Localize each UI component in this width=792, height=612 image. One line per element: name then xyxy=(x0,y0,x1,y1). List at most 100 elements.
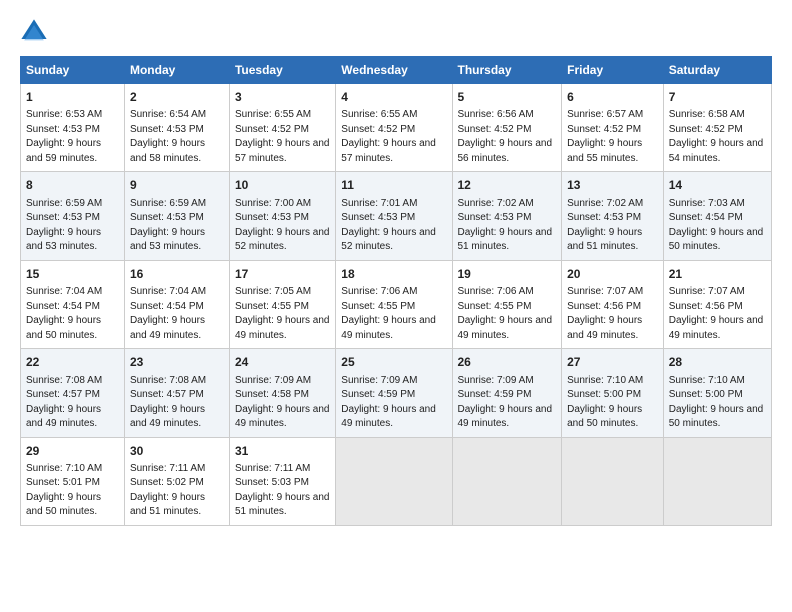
day-number: 2 xyxy=(130,89,224,106)
cell-content: Sunrise: 7:03 AMSunset: 4:54 PMDaylight:… xyxy=(669,197,766,255)
cell-content: Sunrise: 7:01 AMSunset: 4:53 PMDaylight:… xyxy=(341,197,446,255)
day-number: 16 xyxy=(130,266,224,283)
day-number: 7 xyxy=(669,89,766,106)
day-number: 10 xyxy=(235,177,330,194)
day-number: 21 xyxy=(669,266,766,283)
day-number: 27 xyxy=(567,354,658,371)
week-row-4: 22Sunrise: 7:08 AMSunset: 4:57 PMDayligh… xyxy=(21,349,772,437)
cell-content: Sunrise: 7:11 AMSunset: 5:03 PMDaylight:… xyxy=(235,462,330,520)
day-number: 6 xyxy=(567,89,658,106)
cell-content: Sunrise: 7:07 AMSunset: 4:56 PMDaylight:… xyxy=(567,285,658,343)
day-cell: 22Sunrise: 7:08 AMSunset: 4:57 PMDayligh… xyxy=(21,349,125,437)
day-cell: 6 Sunrise: 6:57 AMSunset: 4:52 PMDaylight… xyxy=(562,84,664,172)
day-cell: 12 Sunrise: 7:02 AMSunset: 4:53 PMDayligh… xyxy=(452,172,562,260)
week-row-2: 8 Sunrise: 6:59 AMSunset: 4:53 PMDaylight… xyxy=(21,172,772,260)
day-number: 24 xyxy=(235,354,330,371)
day-number: 3 xyxy=(235,89,330,106)
cell-content: Sunrise: 7:06 AMSunset: 4:55 PMDaylight:… xyxy=(341,285,446,343)
day-number: 12 xyxy=(458,177,557,194)
cell-content: Sunrise: 7:09 AMSunset: 4:58 PMDaylight:… xyxy=(235,374,330,432)
day-cell: 8 Sunrise: 6:59 AMSunset: 4:53 PMDaylight… xyxy=(21,172,125,260)
week-row-5: 29 Sunrise: 7:10 AMSunset: 5:01 PMDayligh… xyxy=(21,437,772,525)
day-cell: 15 Sunrise: 7:04 AMSunset: 4:54 PMDayligh… xyxy=(21,260,125,348)
day-cell: 7 Sunrise: 6:58 AMSunset: 4:52 PMDaylight… xyxy=(663,84,771,172)
day-number: 28 xyxy=(669,354,766,371)
day-cell: 2Sunrise: 6:54 AMSunset: 4:53 PMDaylight… xyxy=(124,84,229,172)
day-cell xyxy=(336,437,452,525)
col-header-wednesday: Wednesday xyxy=(336,57,452,84)
day-cell: 11 Sunrise: 7:01 AMSunset: 4:53 PMDayligh… xyxy=(336,172,452,260)
header xyxy=(20,18,772,46)
cell-content: Sunrise: 6:58 AMSunset: 4:52 PMDaylight:… xyxy=(669,108,766,166)
day-number: 11 xyxy=(341,177,446,194)
page: SundayMondayTuesdayWednesdayThursdayFrid… xyxy=(0,0,792,536)
day-cell: 4 Sunrise: 6:55 AMSunset: 4:52 PMDaylight… xyxy=(336,84,452,172)
cell-content: Sunrise: 7:02 AMSunset: 4:53 PMDaylight:… xyxy=(458,197,557,255)
day-cell: 5Sunrise: 6:56 AMSunset: 4:52 PMDaylight… xyxy=(452,84,562,172)
day-number: 17 xyxy=(235,266,330,283)
col-header-thursday: Thursday xyxy=(452,57,562,84)
day-cell: 20 Sunrise: 7:07 AMSunset: 4:56 PMDayligh… xyxy=(562,260,664,348)
col-header-sunday: Sunday xyxy=(21,57,125,84)
day-cell: 13 Sunrise: 7:02 AMSunset: 4:53 PMDayligh… xyxy=(562,172,664,260)
day-cell: 18 Sunrise: 7:06 AMSunset: 4:55 PMDayligh… xyxy=(336,260,452,348)
calendar-table: SundayMondayTuesdayWednesdayThursdayFrid… xyxy=(20,56,772,526)
cell-content: Sunrise: 7:09 AMSunset: 4:59 PMDaylight:… xyxy=(458,374,557,432)
day-cell: 23 Sunrise: 7:08 AMSunset: 4:57 PMDayligh… xyxy=(124,349,229,437)
logo-icon xyxy=(20,18,48,46)
day-number: 29 xyxy=(26,443,119,460)
day-cell: 26Sunrise: 7:09 AMSunset: 4:59 PMDayligh… xyxy=(452,349,562,437)
col-header-monday: Monday xyxy=(124,57,229,84)
cell-content: Sunrise: 7:09 AMSunset: 4:59 PMDaylight:… xyxy=(341,374,446,432)
day-number: 25 xyxy=(341,354,446,371)
cell-content: Sunrise: 7:08 AMSunset: 4:57 PMDaylight:… xyxy=(26,374,119,432)
day-number: 14 xyxy=(669,177,766,194)
day-number: 1 xyxy=(26,89,119,106)
day-cell: 24 Sunrise: 7:09 AMSunset: 4:58 PMDayligh… xyxy=(229,349,335,437)
cell-content: Sunrise: 6:59 AMSunset: 4:53 PMDaylight:… xyxy=(26,197,119,255)
day-cell: 10Sunrise: 7:00 AMSunset: 4:53 PMDayligh… xyxy=(229,172,335,260)
cell-content: Sunrise: 6:57 AMSunset: 4:52 PMDaylight:… xyxy=(567,108,658,166)
cell-content: Sunrise: 7:08 AMSunset: 4:57 PMDaylight:… xyxy=(130,374,224,432)
cell-content: Sunrise: 7:10 AMSunset: 5:01 PMDaylight:… xyxy=(26,462,119,520)
day-cell: 3 Sunrise: 6:55 AMSunset: 4:52 PMDaylight… xyxy=(229,84,335,172)
day-cell xyxy=(663,437,771,525)
day-cell xyxy=(452,437,562,525)
day-cell: 14 Sunrise: 7:03 AMSunset: 4:54 PMDayligh… xyxy=(663,172,771,260)
col-header-tuesday: Tuesday xyxy=(229,57,335,84)
day-number: 23 xyxy=(130,354,224,371)
cell-content: Sunrise: 7:06 AMSunset: 4:55 PMDaylight:… xyxy=(458,285,557,343)
day-cell: 28 Sunrise: 7:10 AMSunset: 5:00 PMDayligh… xyxy=(663,349,771,437)
day-cell: 19 Sunrise: 7:06 AMSunset: 4:55 PMDayligh… xyxy=(452,260,562,348)
day-cell: 9Sunrise: 6:59 AMSunset: 4:53 PMDaylight… xyxy=(124,172,229,260)
day-number: 5 xyxy=(458,89,557,106)
cell-content: Sunrise: 7:11 AMSunset: 5:02 PMDaylight:… xyxy=(130,462,224,520)
day-cell: 27 Sunrise: 7:10 AMSunset: 5:00 PMDayligh… xyxy=(562,349,664,437)
cell-content: Sunrise: 7:07 AMSunset: 4:56 PMDaylight:… xyxy=(669,285,766,343)
cell-content: Sunrise: 7:10 AMSunset: 5:00 PMDaylight:… xyxy=(567,374,658,432)
day-number: 4 xyxy=(341,89,446,106)
cell-content: Sunrise: 7:04 AMSunset: 4:54 PMDaylight:… xyxy=(26,285,119,343)
cell-content: Sunrise: 6:55 AMSunset: 4:52 PMDaylight:… xyxy=(341,108,446,166)
day-cell: 16Sunrise: 7:04 AMSunset: 4:54 PMDayligh… xyxy=(124,260,229,348)
day-number: 19 xyxy=(458,266,557,283)
day-cell: 30 Sunrise: 7:11 AMSunset: 5:02 PMDayligh… xyxy=(124,437,229,525)
day-number: 20 xyxy=(567,266,658,283)
day-number: 30 xyxy=(130,443,224,460)
cell-content: Sunrise: 6:55 AMSunset: 4:52 PMDaylight:… xyxy=(235,108,330,166)
col-header-friday: Friday xyxy=(562,57,664,84)
day-number: 13 xyxy=(567,177,658,194)
day-number: 8 xyxy=(26,177,119,194)
day-number: 18 xyxy=(341,266,446,283)
logo xyxy=(20,18,52,46)
cell-content: Sunrise: 6:53 AMSunset: 4:53 PMDaylight:… xyxy=(26,108,119,166)
week-row-3: 15 Sunrise: 7:04 AMSunset: 4:54 PMDayligh… xyxy=(21,260,772,348)
day-cell: 25 Sunrise: 7:09 AMSunset: 4:59 PMDayligh… xyxy=(336,349,452,437)
cell-content: Sunrise: 7:10 AMSunset: 5:00 PMDaylight:… xyxy=(669,374,766,432)
day-number: 15 xyxy=(26,266,119,283)
day-cell: 31Sunrise: 7:11 AMSunset: 5:03 PMDayligh… xyxy=(229,437,335,525)
cell-content: Sunrise: 7:02 AMSunset: 4:53 PMDaylight:… xyxy=(567,197,658,255)
week-row-1: 1 Sunrise: 6:53 AMSunset: 4:53 PMDaylight… xyxy=(21,84,772,172)
day-cell: 1 Sunrise: 6:53 AMSunset: 4:53 PMDaylight… xyxy=(21,84,125,172)
day-cell: 17Sunrise: 7:05 AMSunset: 4:55 PMDayligh… xyxy=(229,260,335,348)
